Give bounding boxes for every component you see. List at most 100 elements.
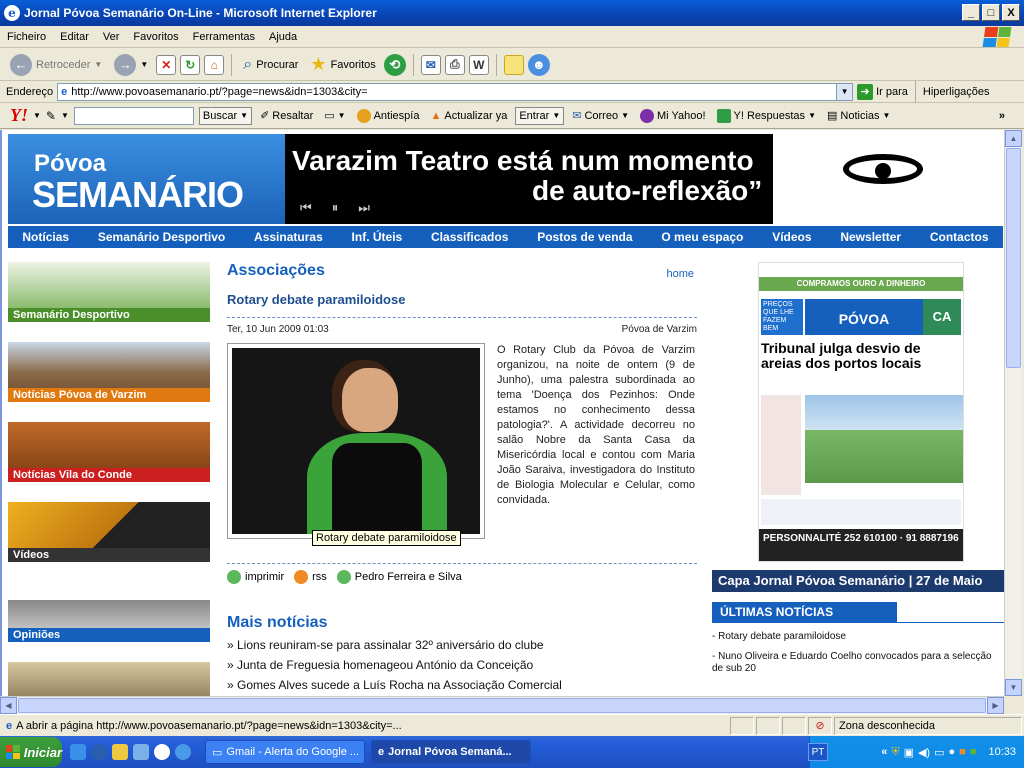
task-jornal[interactable]: e Jornal Póvoa Semaná... bbox=[371, 740, 531, 764]
security-zone[interactable]: Zona desconhecida bbox=[834, 716, 1022, 735]
start-button[interactable]: Iniciar bbox=[0, 737, 62, 767]
panda-icon[interactable] bbox=[154, 744, 170, 760]
window-title-bar[interactable]: e Jornal Póvoa Semanário On-Line - Micro… bbox=[0, 0, 1024, 26]
home-icon[interactable]: ⌂ bbox=[204, 54, 225, 75]
tray-expand-icon[interactable]: « bbox=[881, 746, 887, 758]
more-chevron-icon[interactable]: » bbox=[996, 110, 1008, 122]
nav-videos[interactable]: Vídeos bbox=[772, 230, 811, 244]
network-icon[interactable] bbox=[133, 744, 149, 760]
site-logo[interactable]: Póvoa SEMANÁRIO bbox=[8, 134, 285, 224]
news-button[interactable]: ▤ Noticias ▼ bbox=[824, 109, 893, 123]
nav-classificados[interactable]: Classificados bbox=[431, 230, 508, 244]
menu-edit[interactable]: Editar bbox=[53, 31, 96, 43]
link-videos[interactable]: Vídeos bbox=[8, 502, 210, 562]
more-news-item[interactable]: » Gomes Alves sucede a Luís Rocha na Ass… bbox=[227, 678, 697, 692]
scroll-thumb[interactable] bbox=[1006, 148, 1021, 368]
mail-button[interactable]: ✉ Correo ▼ bbox=[569, 109, 632, 123]
yahoo-search-input[interactable] bbox=[73, 106, 194, 125]
update-button[interactable]: ▲ Actualizar ya bbox=[427, 110, 510, 122]
yahoo-logo[interactable]: Y! bbox=[10, 105, 28, 126]
note-icon[interactable] bbox=[503, 54, 524, 75]
network-icon[interactable]: ▣ bbox=[904, 746, 914, 759]
stop-icon[interactable]: ✕ bbox=[156, 54, 177, 75]
edit-icon[interactable]: W bbox=[468, 54, 489, 75]
dropdown-arrow-icon[interactable]: ▼ bbox=[94, 60, 102, 69]
home-link[interactable]: home bbox=[666, 268, 694, 280]
banner-headline[interactable]: Varazim Teatro está num momento de auto-… bbox=[292, 146, 792, 206]
rss-link[interactable]: rss bbox=[294, 570, 327, 584]
answers-button[interactable]: Y! Respuestas ▼ bbox=[714, 108, 819, 123]
link-opinioes[interactable]: Opiniões bbox=[8, 582, 210, 642]
refresh-icon[interactable]: ↻ bbox=[180, 54, 201, 75]
media-player-icon[interactable] bbox=[91, 744, 107, 760]
popup-blocker-button[interactable]: ▭ ▼ bbox=[321, 109, 348, 122]
mail-icon[interactable]: ✉ bbox=[420, 54, 441, 75]
links-button[interactable]: Hiperligações bbox=[923, 86, 990, 98]
task-gmail[interactable]: ▭ Gmail - Alerta do Google ... bbox=[205, 740, 365, 764]
browser-icon[interactable] bbox=[70, 744, 86, 760]
dropdown-arrow-icon[interactable]: ▼ bbox=[61, 111, 69, 120]
pause-icon[interactable]: ⏸ bbox=[332, 200, 339, 216]
dropdown-arrow-icon[interactable]: ▼ bbox=[140, 60, 148, 69]
menu-tools[interactable]: Ferramentas bbox=[186, 31, 262, 43]
close-button[interactable]: X bbox=[1002, 4, 1020, 21]
menu-view[interactable]: Ver bbox=[96, 31, 127, 43]
scroll-left-icon[interactable]: ◀ bbox=[0, 697, 17, 714]
menu-favorites[interactable]: Favoritos bbox=[126, 31, 185, 43]
clock[interactable]: 10:33 bbox=[988, 746, 1016, 758]
previous-icon[interactable]: ⏮ bbox=[300, 200, 312, 216]
colors-icon[interactable]: ■ bbox=[959, 746, 966, 758]
print-link[interactable]: imprimir bbox=[227, 570, 284, 584]
link-noticias-vila-do-conde[interactable]: Notícias Vila do Conde bbox=[8, 422, 210, 482]
nav-newsletter[interactable]: Newsletter bbox=[840, 230, 901, 244]
antispy-button[interactable]: Antiespía bbox=[354, 108, 423, 123]
my-yahoo-button[interactable]: Mi Yahoo! bbox=[637, 108, 709, 123]
highlight-button[interactable]: ✐ Resaltar bbox=[257, 109, 316, 123]
menu-help[interactable]: Ajuda bbox=[262, 31, 304, 43]
scroll-thumb[interactable] bbox=[18, 698, 986, 713]
nav-assinaturas[interactable]: Assinaturas bbox=[254, 230, 323, 244]
volume-icon[interactable]: ◀) bbox=[918, 746, 930, 759]
history-icon[interactable]: ⟲ bbox=[383, 53, 406, 76]
link-semanario-desportivo[interactable]: Semanário Desportivo bbox=[8, 262, 210, 322]
messenger-icon[interactable]: ☻ bbox=[527, 53, 550, 76]
security-icon[interactable]: ■ bbox=[970, 746, 977, 758]
next-icon[interactable]: ⏭ bbox=[358, 200, 370, 216]
link-banner-extra[interactable] bbox=[8, 662, 210, 696]
horizontal-scrollbar[interactable]: ◀ ▶ bbox=[0, 696, 1004, 714]
nav-noticias[interactable]: Notícias bbox=[22, 230, 69, 244]
address-input[interactable]: e http://www.povoasemanario.pt/?page=new… bbox=[57, 82, 854, 101]
shield-icon[interactable]: ⛨ bbox=[891, 746, 899, 759]
folder-icon[interactable] bbox=[112, 744, 128, 760]
address-dropdown-icon[interactable]: ▼ bbox=[836, 83, 853, 100]
link-noticias-povoa[interactable]: Notícias Póvoa de Varzim bbox=[8, 342, 210, 402]
scroll-up-icon[interactable]: ▲ bbox=[1005, 130, 1022, 147]
nav-inf-uteis[interactable]: Inf. Úteis bbox=[352, 230, 403, 244]
menu-file[interactable]: Ficheiro bbox=[0, 31, 53, 43]
yahoo-search-button[interactable]: Buscar ▼ bbox=[198, 106, 253, 125]
scroll-right-icon[interactable]: ▶ bbox=[987, 697, 1004, 714]
article-photo[interactable] bbox=[227, 343, 485, 539]
language-indicator[interactable]: PT bbox=[808, 743, 828, 761]
panda-icon[interactable]: ● bbox=[949, 746, 956, 758]
go-button[interactable]: ➜ Ir para bbox=[857, 83, 908, 100]
latest-news-item[interactable]: - Nuno Oliveira e Eduardo Coelho convoca… bbox=[712, 651, 1004, 675]
nav-postos-de-venda[interactable]: Postos de venda bbox=[537, 230, 632, 244]
author-link[interactable]: Pedro Ferreira e Silva bbox=[336, 570, 462, 584]
vertical-scrollbar[interactable]: ▲ ▼ bbox=[1004, 130, 1022, 696]
nav-semanario-desportivo[interactable]: Semanário Desportivo bbox=[98, 230, 225, 244]
cover-caption[interactable]: Capa Jornal Póvoa Semanário | 27 de Maio bbox=[712, 570, 1004, 592]
sign-in-button[interactable]: Entrar ▼ bbox=[515, 106, 565, 125]
monitor-icon[interactable]: ▭ bbox=[934, 746, 944, 759]
maximize-button[interactable]: □ bbox=[982, 4, 1000, 21]
ie-icon[interactable] bbox=[175, 744, 191, 760]
more-news-item[interactable]: » Junta de Freguesia homenageou António … bbox=[227, 658, 697, 672]
pencil-icon[interactable]: ✎ bbox=[46, 109, 56, 123]
favorites-button[interactable]: ★ Favoritos bbox=[306, 52, 379, 77]
scroll-down-icon[interactable]: ▼ bbox=[1005, 679, 1022, 696]
search-button[interactable]: ⌕ Procurar bbox=[239, 54, 302, 76]
back-button[interactable]: ← Retroceder ▼ bbox=[6, 52, 106, 78]
forward-button[interactable]: → ▼ bbox=[110, 52, 152, 78]
nav-o-meu-espaco[interactable]: O meu espaço bbox=[661, 230, 743, 244]
print-icon[interactable]: ⎙ bbox=[444, 54, 465, 75]
